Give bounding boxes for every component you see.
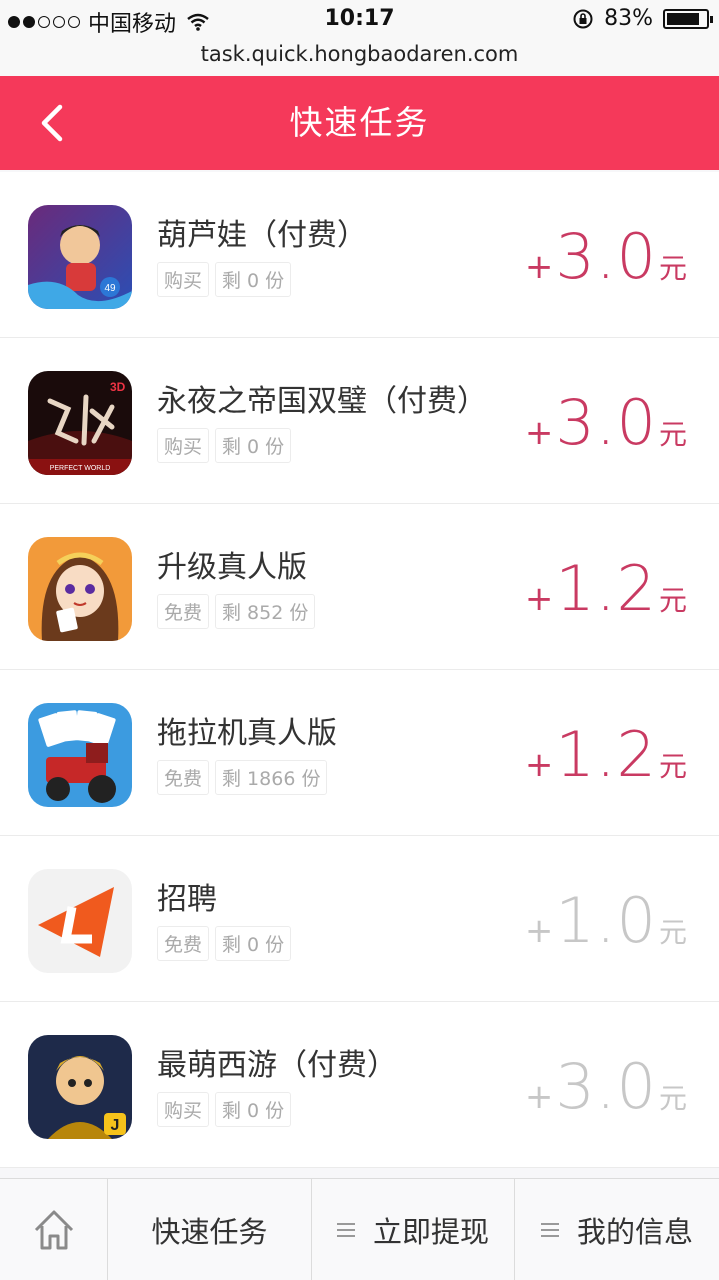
task-row[interactable]: 49 葫芦娃（付费） 购买 剩 0 份 + 3.0 元	[0, 172, 719, 338]
task-tags: 购买 剩 0 份	[157, 428, 292, 463]
reward-amount: 1.0	[555, 884, 657, 957]
url-text: task.quick.hongbaodaren.com	[200, 42, 519, 66]
reward-unit: 元	[658, 750, 687, 783]
wifi-icon	[187, 13, 209, 31]
task-remaining-tag: 剩 0 份	[215, 262, 292, 297]
battery-icon	[663, 8, 713, 29]
task-name: 拖拉机真人版	[157, 716, 337, 751]
nav-withdraw[interactable]: 立即提现	[312, 1179, 515, 1280]
reward-amount: 3.0	[555, 220, 657, 293]
reward-unit: 元	[658, 252, 687, 285]
task-row[interactable]: 升级真人版 免费 剩 852 份 + 1.2 元	[0, 504, 719, 670]
task-remaining-tag: 剩 852 份	[215, 594, 316, 629]
reward-plus: +	[524, 745, 554, 785]
task-name: 永夜之帝国双璧（付费）	[157, 384, 487, 419]
menu-icon	[336, 1219, 355, 1241]
task-reward: + 1.2 元	[525, 718, 687, 791]
carrier-label: 中国移动	[88, 12, 177, 37]
task-type-tag: 免费	[157, 760, 210, 795]
task-tags: 免费 剩 1866 份	[157, 760, 328, 795]
task-reward: + 3.0 元	[525, 386, 687, 459]
task-remaining-tag: 剩 0 份	[215, 1092, 292, 1127]
task-remaining-tag: 剩 1866 份	[215, 760, 328, 795]
task-reward: + 1.0 元	[525, 884, 687, 957]
task-name: 葫芦娃（付费）	[157, 218, 367, 253]
signal-icon	[8, 16, 80, 28]
task-reward: + 3.0 元	[525, 1050, 687, 1123]
url-bar[interactable]: task.quick.hongbaodaren.com	[0, 40, 719, 76]
calabash-brothers-app-icon: 49	[28, 205, 132, 309]
reward-plus: +	[524, 1077, 554, 1117]
task-tags: 购买 剩 0 份	[157, 262, 292, 297]
reward-amount: 3.0	[555, 1050, 657, 1123]
task-remaining-tag: 剩 0 份	[215, 926, 292, 961]
nav-label: 快速任务	[151, 1214, 268, 1249]
reward-plus: +	[524, 911, 554, 951]
svg-text:J: J	[111, 1117, 120, 1134]
task-type-tag: 购买	[157, 428, 210, 463]
task-name: 招聘	[157, 882, 217, 917]
cute-journey-west-app-icon: J	[28, 1035, 132, 1139]
task-type-tag: 购买	[157, 262, 210, 297]
status-bar: 中国移动 10:17 83%	[0, 0, 719, 40]
task-type-tag: 购买	[157, 1092, 210, 1127]
home-icon	[34, 1210, 73, 1249]
svg-text:PERFECT WORLD: PERFECT WORLD	[50, 465, 111, 472]
task-type-tag: 免费	[157, 926, 210, 961]
reward-unit: 元	[658, 1082, 687, 1115]
nav-quick-tasks[interactable]: 快速任务	[108, 1179, 312, 1280]
task-reward: + 3.0 元	[525, 220, 687, 293]
svg-text:49: 49	[104, 283, 116, 294]
eternal-night-app-icon: 3D PERFECT WORLD	[28, 371, 132, 475]
task-row[interactable]: 招聘 免费 剩 0 份 + 1.0 元	[0, 836, 719, 1002]
task-name: 最萌西游（付费）	[157, 1048, 397, 1083]
svg-text:3D: 3D	[110, 380, 126, 394]
task-tags: 免费 剩 852 份	[157, 594, 316, 629]
task-list: 49 葫芦娃（付费） 购买 剩 0 份 + 3.0 元 3D PERFECT W…	[0, 172, 719, 1168]
page-title: 快速任务	[289, 103, 430, 142]
reward-unit: 元	[658, 584, 687, 617]
battery-percent: 83%	[604, 6, 653, 31]
task-name: 升级真人版	[157, 550, 307, 585]
reward-amount: 1.2	[555, 552, 657, 625]
reward-plus: +	[524, 413, 554, 453]
nav-my-info[interactable]: 我的信息	[515, 1179, 719, 1280]
task-type-tag: 免费	[157, 594, 210, 629]
page-header: 快速任务	[0, 76, 719, 170]
upgrade-cards-app-icon	[28, 537, 132, 641]
reward-amount: 1.2	[555, 718, 657, 791]
reward-plus: +	[524, 579, 554, 619]
reward-plus: +	[524, 247, 554, 287]
reward-unit: 元	[658, 916, 687, 949]
nav-label: 我的信息	[576, 1214, 693, 1249]
recruitment-app-icon	[28, 869, 132, 973]
bottom-nav: 快速任务 立即提现 我的信息	[0, 1178, 719, 1280]
task-remaining-tag: 剩 0 份	[215, 428, 292, 463]
task-row[interactable]: J 最萌西游（付费） 购买 剩 0 份 + 3.0 元	[0, 1002, 719, 1168]
reward-amount: 3.0	[555, 386, 657, 459]
tractor-cards-app-icon	[28, 703, 132, 807]
reward-unit: 元	[658, 418, 687, 451]
rotation-lock-icon	[573, 9, 593, 28]
nav-label: 立即提现	[372, 1214, 489, 1249]
task-reward: + 1.2 元	[525, 552, 687, 625]
home-button[interactable]	[0, 1179, 108, 1280]
task-row[interactable]: 拖拉机真人版 免费 剩 1866 份 + 1.2 元	[0, 670, 719, 836]
task-tags: 免费 剩 0 份	[157, 926, 292, 961]
menu-icon	[540, 1219, 559, 1241]
task-tags: 购买 剩 0 份	[157, 1092, 292, 1127]
task-row[interactable]: 3D PERFECT WORLD 永夜之帝国双璧（付费） 购买 剩 0 份 + …	[0, 338, 719, 504]
